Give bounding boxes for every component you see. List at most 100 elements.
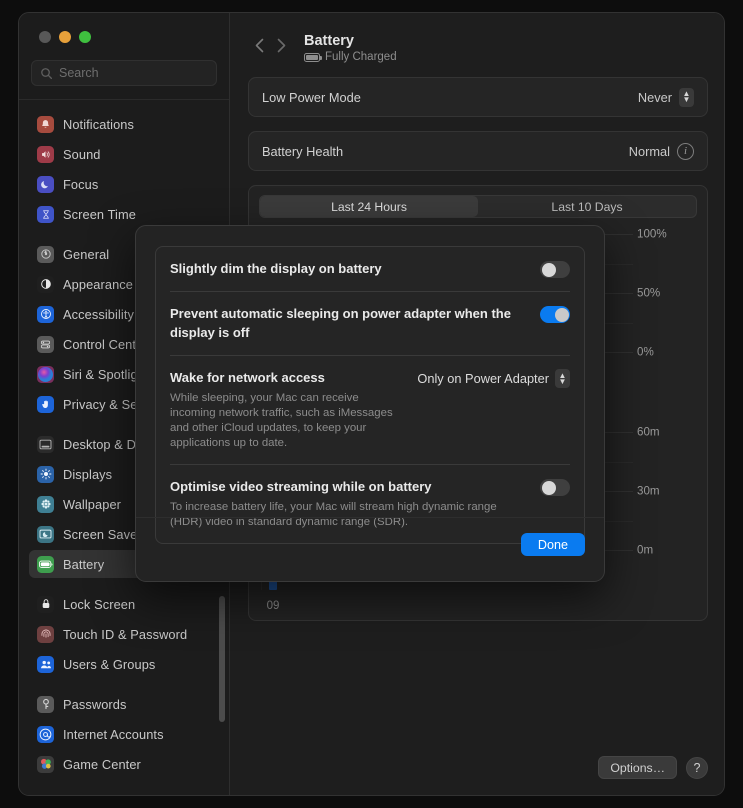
- option-text: Prevent automatic sleeping on power adap…: [170, 305, 528, 342]
- toggle-slightly-dim-the[interactable]: [540, 261, 570, 278]
- gear-icon: [37, 245, 54, 263]
- content-header: Battery Fully Charged: [248, 33, 708, 63]
- screen: Notifications Sound Focus Screen Time Genera…: [0, 0, 743, 808]
- battery-icon: [37, 555, 54, 573]
- low-power-mode-value-group[interactable]: Never ▲ ▼: [638, 87, 694, 107]
- sidebar-item-label: Internet Accounts: [63, 726, 164, 742]
- fingerprint-icon: [37, 625, 54, 643]
- forward-button[interactable]: [270, 33, 292, 57]
- sidebar-item-label: Accessibility: [63, 306, 134, 322]
- option-row-wake-for-network[interactable]: Wake for network access While sleeping, y…: [156, 356, 584, 464]
- chevron-updown-icon[interactable]: ▲ ▼: [555, 369, 570, 389]
- tab-last-24-hours[interactable]: Last 24 Hours: [260, 196, 478, 218]
- option-title: Slightly dim the display on battery: [170, 261, 382, 276]
- help-button[interactable]: ?: [686, 756, 708, 779]
- sidebar-item-label: Screen Time: [63, 206, 136, 222]
- sidebar-item-internet-accounts[interactable]: Internet Accounts: [29, 720, 219, 748]
- contrast-icon: [37, 275, 54, 293]
- close-window-button[interactable]: [39, 31, 51, 43]
- sidebar-item-label: Touch ID & Password: [63, 626, 188, 642]
- sidebar-item-label: Users & Groups: [63, 656, 156, 672]
- toggle-knob: [541, 262, 556, 277]
- y-axis-tick-label: 60m: [637, 425, 660, 439]
- sidebar-group-0: Notifications Sound Focus Screen Time: [29, 110, 219, 228]
- sidebar-item-label: Displays: [63, 466, 113, 482]
- sidebar-item-label: Notifications: [63, 116, 135, 132]
- sidebar-item-touch-id-password[interactable]: Touch ID & Password: [29, 620, 219, 648]
- sidebar-item-users-groups[interactable]: Users & Groups: [29, 650, 219, 678]
- sidebar-item-focus[interactable]: Focus: [29, 170, 219, 198]
- y-axis-tick-label: 30m: [637, 484, 660, 498]
- toggle-knob: [541, 480, 556, 495]
- back-button[interactable]: [248, 33, 270, 57]
- sidebar-item-screen-time[interactable]: Screen Time: [29, 200, 219, 228]
- battery-health-card: Battery Health Normal i: [248, 131, 708, 172]
- sidebar-group-3: Lock Screen Touch ID & Password Users & Gr…: [29, 590, 219, 678]
- page-title: Battery: [304, 33, 354, 49]
- done-button[interactable]: Done: [520, 533, 585, 556]
- hourglass-icon: [37, 205, 54, 223]
- option-text: Slightly dim the display on battery: [170, 260, 382, 278]
- tab-last-10-days[interactable]: Last 10 Days: [478, 196, 696, 217]
- sidebar-item-label: Lock Screen: [63, 596, 136, 612]
- game-center-icon: [37, 755, 54, 773]
- search-input[interactable]: [59, 66, 208, 80]
- maximize-window-button[interactable]: [79, 31, 91, 43]
- speaker-icon: [37, 145, 54, 163]
- sidebar-item-notifications[interactable]: Notifications: [29, 110, 219, 138]
- sidebar-item-game-center[interactable]: Game Center: [29, 750, 219, 778]
- info-icon[interactable]: i: [677, 142, 694, 160]
- low-power-mode-card: Low Power Mode Never ▲ ▼: [248, 77, 708, 118]
- accessibility-icon: [37, 305, 54, 323]
- option-title: Prevent automatic sleeping on power adap…: [170, 306, 511, 340]
- lock-icon: [37, 595, 54, 613]
- option-title: Optimise video streaming while on batter…: [170, 479, 432, 495]
- sidebar-item-sound[interactable]: Sound: [29, 140, 219, 168]
- y-axis-tick-label: 0%: [637, 345, 654, 359]
- search-box[interactable]: [31, 60, 217, 86]
- at-icon: [37, 725, 54, 743]
- control-centre-icon: [37, 335, 54, 353]
- battery-full-icon: [304, 52, 322, 62]
- key-icon: [37, 695, 54, 713]
- sidebar-group-4: Passwords Internet Accounts Game Center: [29, 690, 219, 778]
- low-power-mode-row[interactable]: Low Power Mode Never ▲ ▼: [249, 78, 707, 116]
- sidebar-scrollbar[interactable]: [219, 596, 225, 722]
- chevron-updown-icon[interactable]: ▲ ▼: [679, 87, 694, 107]
- toggle-optimise-video-streaming[interactable]: [540, 479, 570, 497]
- sidebar-item-label: Sound: [63, 146, 101, 162]
- wallpaper-icon: [37, 495, 54, 513]
- sidebar-item-label: Wallpaper: [63, 496, 122, 512]
- low-power-mode-label: Low Power Mode: [262, 89, 361, 105]
- brightness-icon: [37, 465, 54, 483]
- sidebar-item-lock-screen[interactable]: Lock Screen: [29, 590, 219, 618]
- options-button[interactable]: Options…: [598, 756, 677, 779]
- battery-options-dialog: Slightly dim the display on battery Preve…: [135, 225, 605, 582]
- x-axis-tick-label: 09: [266, 600, 280, 613]
- sidebar-item-passwords[interactable]: Passwords: [29, 690, 219, 718]
- minimize-window-button[interactable]: [59, 31, 71, 43]
- battery-health-value-group[interactable]: Normal i: [628, 142, 694, 160]
- search-icon: [41, 67, 53, 79]
- sidebar-item-label: Screen Saver: [63, 526, 142, 542]
- window-traffic-lights: [19, 13, 229, 43]
- battery-health-row[interactable]: Battery Health Normal i: [249, 132, 707, 170]
- battery-health-label: Battery Health: [262, 143, 344, 159]
- content-footer: Options… ?: [598, 756, 708, 779]
- option-row-prevent-automatic-sleeping[interactable]: Prevent automatic sleeping on power adap…: [156, 292, 584, 355]
- users-icon: [37, 655, 54, 673]
- usage-range-tabs: Last 24 Hours Last 10 Days: [259, 195, 697, 219]
- sidebar-item-label: Passwords: [63, 696, 127, 712]
- y-axis-tick-label: 100%: [637, 227, 667, 241]
- sidebar-item-label: Focus: [63, 176, 99, 192]
- option-row-slightly-dim-the[interactable]: Slightly dim the display on battery: [156, 247, 584, 291]
- battery-status-label: Fully Charged: [325, 51, 397, 64]
- popup-button-wake-for-network[interactable]: Only on Power Adapter ▲ ▼: [417, 369, 570, 389]
- option-text: Wake for network access While sleeping, y…: [170, 369, 405, 451]
- chevron-left-icon: [255, 38, 263, 52]
- toggle-prevent-automatic-sleeping[interactable]: [540, 306, 570, 324]
- sidebar-item-label: General: [63, 246, 110, 262]
- battery-health-value: Normal: [628, 143, 670, 159]
- sidebar-item-label: Battery: [63, 556, 105, 572]
- dock-icon: [37, 435, 54, 453]
